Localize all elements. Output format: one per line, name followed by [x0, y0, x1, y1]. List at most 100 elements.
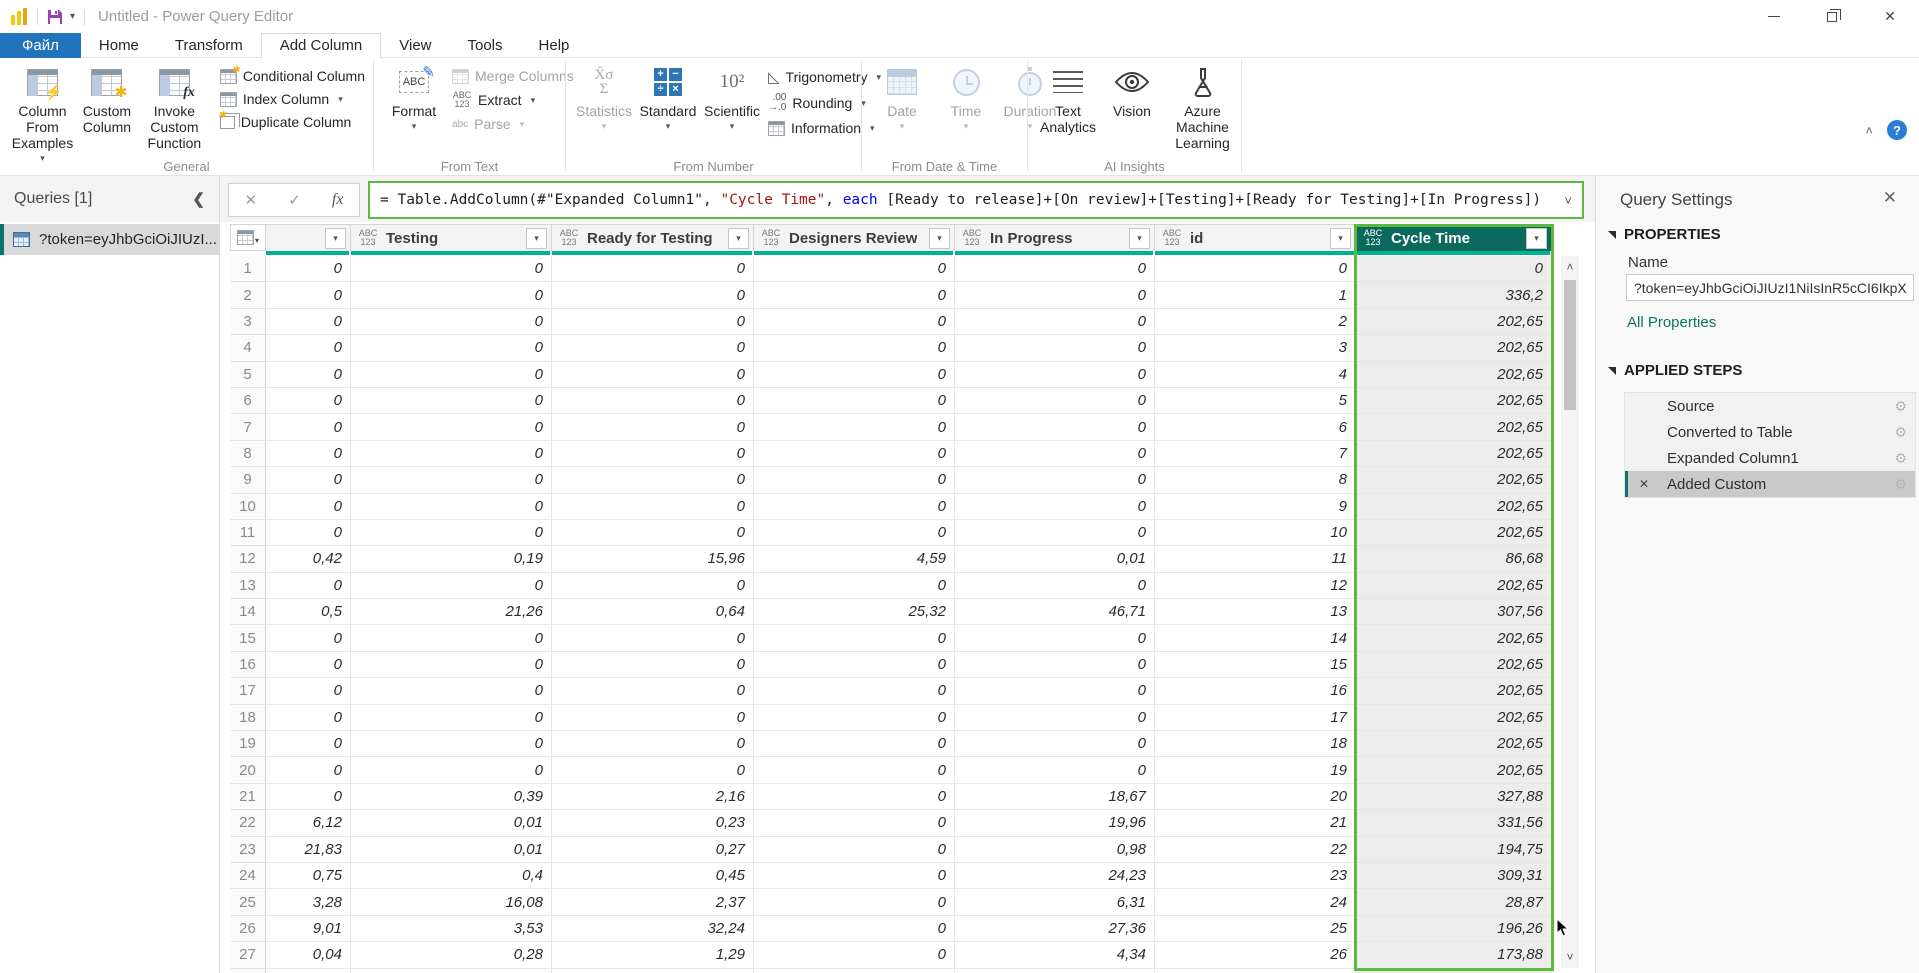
- minimize-button[interactable]: [1745, 0, 1803, 33]
- merge-columns-button[interactable]: Merge Columns: [452, 68, 574, 84]
- invoke-custom-function-button[interactable]: fx Invoke Custom Function: [142, 64, 207, 151]
- all-properties-link[interactable]: All Properties: [1627, 314, 1716, 331]
- table-row[interactable]: 170000016202,65: [230, 678, 1556, 704]
- filter-button[interactable]: ▾: [1129, 228, 1150, 249]
- restore-button[interactable]: [1803, 0, 1861, 33]
- tab-transform[interactable]: Transform: [157, 33, 261, 58]
- table-row[interactable]: 10000009202,65: [230, 494, 1556, 520]
- table-row[interactable]: 180000017202,65: [230, 705, 1556, 731]
- column-header-testing[interactable]: ABC123Testing▾: [351, 224, 552, 251]
- date-button[interactable]: Date▾: [873, 64, 931, 132]
- fx-icon[interactable]: fx: [332, 191, 344, 209]
- select-all-button[interactable]: ▾: [230, 224, 266, 251]
- help-icon[interactable]: ?: [1887, 120, 1907, 140]
- tab-tools[interactable]: Tools: [450, 33, 521, 58]
- scroll-up-icon[interactable]: ˄: [1561, 260, 1579, 274]
- table-row[interactable]: 190000018202,65: [230, 731, 1556, 757]
- table-row[interactable]: 8000007202,65: [230, 441, 1556, 467]
- vertical-scrollbar[interactable]: ˄ ˅: [1561, 256, 1579, 968]
- column-header-designers-review[interactable]: ABC123Designers Review▾: [754, 224, 955, 251]
- column-header-in-progress[interactable]: ABC123In Progress▾: [955, 224, 1155, 251]
- custom-column-button[interactable]: ✱ Custom Column: [78, 64, 136, 135]
- column-header-id[interactable]: ABC123id▾: [1155, 224, 1356, 251]
- column-header-cycle-time[interactable]: ABC123Cycle Time▾: [1356, 224, 1552, 251]
- table-row[interactable]: 130000012202,65: [230, 573, 1556, 599]
- query-list-item[interactable]: ?token=eyJhbGciOiJIUzI...: [0, 224, 219, 255]
- parse-button[interactable]: abc Parse▾: [452, 116, 574, 132]
- filter-button[interactable]: ▾: [1330, 228, 1351, 249]
- applied-step-added-custom[interactable]: ✕Added Custom⚙: [1625, 471, 1915, 497]
- cancel-formula-icon[interactable]: ✕: [245, 191, 258, 209]
- properties-section-header[interactable]: PROPERTIES: [1608, 226, 1721, 243]
- scroll-down-icon[interactable]: ˅: [1561, 950, 1579, 964]
- filter-button[interactable]: ▾: [1526, 228, 1547, 249]
- applied-step-expanded-column1[interactable]: Expanded Column1⚙: [1625, 445, 1915, 471]
- table-row[interactable]: 110000010202,65: [230, 520, 1556, 546]
- table-row[interactable]: 2321,830,010,2700,9822194,75: [230, 837, 1556, 863]
- filter-button[interactable]: ▾: [728, 228, 749, 249]
- text-analytics-button[interactable]: Text Analytics: [1039, 64, 1097, 135]
- tab-home[interactable]: Home: [81, 33, 157, 58]
- delete-step-icon[interactable]: ✕: [1639, 477, 1649, 491]
- index-column-button[interactable]: Index Column▾: [220, 91, 365, 107]
- table-row[interactable]: 6000005202,65: [230, 388, 1556, 414]
- tab-add-column[interactable]: Add Column: [261, 33, 382, 58]
- pane-divider[interactable]: [219, 176, 220, 973]
- table-row[interactable]: 253,2816,082,3706,312428,87: [230, 889, 1556, 915]
- table-row[interactable]: 5000004202,65: [230, 362, 1556, 388]
- filter-button[interactable]: ▾: [325, 228, 346, 249]
- duplicate-column-button[interactable]: ✱ Duplicate Column: [220, 114, 365, 130]
- tab-help[interactable]: Help: [521, 33, 588, 58]
- table-row[interactable]: 200000019202,65: [230, 757, 1556, 783]
- formula-bar-input[interactable]: = Table.AddColumn(#"Expanded Column1", "…: [368, 181, 1584, 219]
- tab-view[interactable]: View: [381, 33, 449, 58]
- applied-step-source[interactable]: Source⚙: [1625, 393, 1915, 419]
- statistics-button[interactable]: X̄σ Σ Statistics▾: [575, 64, 633, 132]
- filter-button[interactable]: ▾: [929, 228, 950, 249]
- close-button[interactable]: ✕: [1861, 0, 1919, 33]
- save-icon[interactable]: [47, 9, 63, 25]
- table-row[interactable]: 240,750,40,45024,2323309,31: [230, 863, 1556, 889]
- gear-icon[interactable]: ⚙: [1894, 476, 1907, 493]
- conditional-column-button[interactable]: ✱ Conditional Column: [220, 68, 365, 84]
- format-button[interactable]: ABC✎ Format▾: [385, 64, 443, 132]
- table-row[interactable]: 3000002202,65: [230, 309, 1556, 335]
- table-row[interactable]: 4000003202,65: [230, 335, 1556, 361]
- table-row[interactable]: 10000000: [230, 256, 1556, 282]
- column-header-ready-for-testing[interactable]: ABC123Ready for Testing▾: [552, 224, 754, 251]
- table-row[interactable]: 7000006202,65: [230, 414, 1556, 440]
- table-row[interactable]: 9000008202,65: [230, 467, 1556, 493]
- table-row[interactable]: 270,040,281,2904,3426173,88: [230, 942, 1556, 968]
- standard-button[interactable]: +−÷× Standard▾: [639, 64, 697, 132]
- query-name-input[interactable]: ?token=eyJhbGciOiJIUzI1NiIsInR5cCI6IkpX: [1626, 274, 1914, 301]
- close-panel-icon[interactable]: ✕: [1883, 188, 1897, 208]
- vision-button[interactable]: Vision: [1103, 64, 1161, 119]
- azure-machine-learning-button[interactable]: Azure Machine Learning: [1167, 64, 1238, 151]
- extract-button[interactable]: ABC123 Extract▾: [452, 91, 574, 109]
- collapse-pane-icon[interactable]: ❮: [192, 190, 205, 208]
- table-row[interactable]: 160000015202,65: [230, 652, 1556, 678]
- table-row[interactable]: 140,521,260,6425,3246,7113307,56: [230, 599, 1556, 625]
- time-button[interactable]: Time▾: [937, 64, 995, 132]
- collapse-ribbon-icon[interactable]: ˄: [1865, 123, 1873, 138]
- table-row[interactable]: 269,013,5332,24027,3625196,26: [230, 916, 1556, 942]
- commit-formula-icon[interactable]: ✓: [288, 191, 301, 209]
- column-from-examples-button[interactable]: ⚡ Column From Examples▾: [13, 64, 72, 164]
- table-row[interactable]: 150000014202,65: [230, 625, 1556, 651]
- scrollbar-thumb[interactable]: [1564, 280, 1576, 410]
- gear-icon[interactable]: ⚙: [1894, 424, 1907, 441]
- scientific-button[interactable]: 10² Scientific▾: [703, 64, 761, 132]
- applied-steps-section-header[interactable]: APPLIED STEPS: [1608, 362, 1742, 379]
- table-row[interactable]: 2000001336,2: [230, 282, 1556, 308]
- quick-access-caret-icon[interactable]: ▾: [70, 11, 75, 22]
- expand-formula-icon[interactable]: ˅: [1564, 193, 1572, 208]
- tab-файл[interactable]: Файл: [0, 33, 81, 58]
- gear-icon[interactable]: ⚙: [1894, 398, 1907, 415]
- table-row[interactable]: 2100,392,16018,6720327,88: [230, 784, 1556, 810]
- table-row[interactable]: 120,420,1915,964,590,011186,68: [230, 546, 1556, 572]
- table-row[interactable]: 226,120,010,23019,9621331,56: [230, 810, 1556, 836]
- filter-button[interactable]: ▾: [526, 228, 547, 249]
- applied-step-converted-to-table[interactable]: Converted to Table⚙: [1625, 419, 1915, 445]
- gear-icon[interactable]: ⚙: [1894, 450, 1907, 467]
- column-header-blank[interactable]: ▾: [266, 224, 351, 251]
